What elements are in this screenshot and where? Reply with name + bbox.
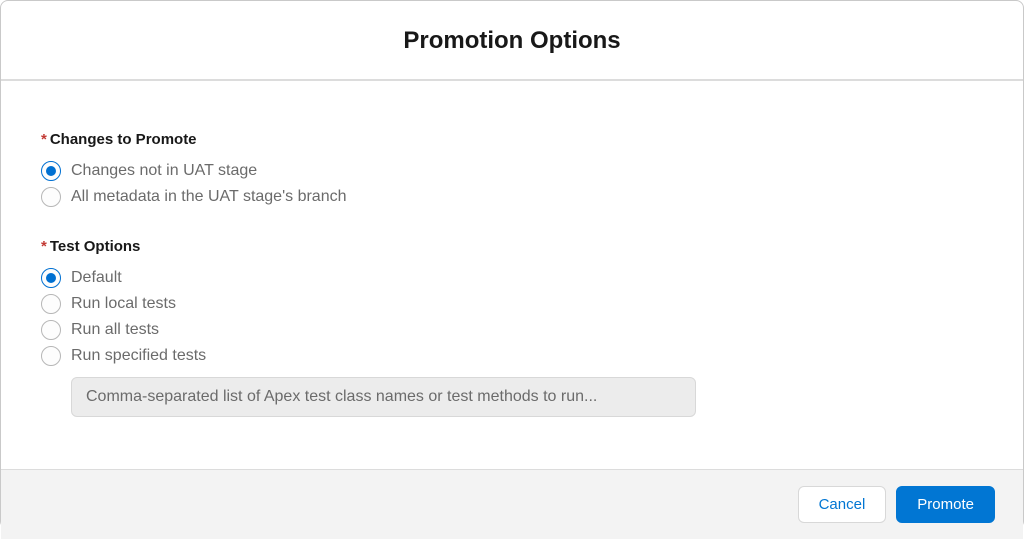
promotion-options-modal: Promotion Options *Changes to Promote Ch… xyxy=(0,0,1024,529)
required-asterisk-icon: * xyxy=(41,238,47,255)
tests-section-label: *Test Options xyxy=(41,238,983,255)
radio-icon xyxy=(41,161,61,181)
modal-title: Promotion Options xyxy=(1,27,1023,55)
required-asterisk-icon: * xyxy=(41,131,47,148)
radio-test-run-specified[interactable]: Run specified tests xyxy=(41,343,983,369)
specified-tests-input-wrap xyxy=(41,377,983,417)
radio-label: Changes not in UAT stage xyxy=(71,162,257,180)
promote-button[interactable]: Promote xyxy=(896,486,995,523)
radio-test-run-all[interactable]: Run all tests xyxy=(41,317,983,343)
radio-test-run-local[interactable]: Run local tests xyxy=(41,291,983,317)
specified-tests-input[interactable] xyxy=(71,377,696,417)
modal-body: *Changes to Promote Changes not in UAT s… xyxy=(1,81,1023,469)
radio-label: Run local tests xyxy=(71,295,176,313)
radio-label: Run all tests xyxy=(71,321,159,339)
radio-icon xyxy=(41,268,61,288)
tests-label-text: Test Options xyxy=(50,238,141,255)
radio-icon xyxy=(41,187,61,207)
radio-changes-not-in-uat[interactable]: Changes not in UAT stage xyxy=(41,158,983,184)
radio-all-metadata-uat-branch[interactable]: All metadata in the UAT stage's branch xyxy=(41,184,983,210)
radio-label: Run specified tests xyxy=(71,347,206,365)
radio-icon xyxy=(41,346,61,366)
changes-section-label: *Changes to Promote xyxy=(41,131,983,148)
cancel-button[interactable]: Cancel xyxy=(798,486,887,523)
radio-label: Default xyxy=(71,269,122,287)
radio-label: All metadata in the UAT stage's branch xyxy=(71,188,347,206)
radio-icon xyxy=(41,294,61,314)
changes-label-text: Changes to Promote xyxy=(50,131,197,148)
test-options-section: *Test Options Default Run local tests Ru… xyxy=(41,238,983,417)
radio-icon xyxy=(41,320,61,340)
radio-test-default[interactable]: Default xyxy=(41,265,983,291)
modal-header: Promotion Options xyxy=(1,1,1023,81)
changes-to-promote-section: *Changes to Promote Changes not in UAT s… xyxy=(41,131,983,210)
